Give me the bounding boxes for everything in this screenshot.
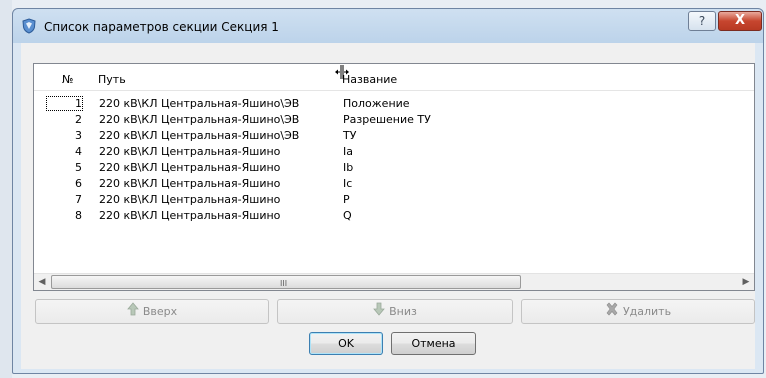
- move-down-label: Вниз: [389, 305, 417, 318]
- arrow-up-icon: [126, 301, 139, 324]
- column-header-path[interactable]: Путь: [98, 73, 126, 86]
- dialog-content: № Путь Название 1 220 кВ\КЛ Центральная-…: [21, 43, 755, 369]
- title-bar[interactable]: Список параметров секции Секция 1 ? X: [13, 9, 763, 43]
- cell-path: 220 кВ\КЛ Центральная-Яшино: [99, 145, 281, 158]
- cell-name: Ib: [343, 161, 354, 174]
- cell-name: P: [343, 193, 350, 206]
- scroll-right-icon[interactable]: ▶: [738, 274, 754, 290]
- table-row[interactable]: 4 220 кВ\КЛ Центральная-Яшино Ia: [34, 144, 754, 160]
- table-row[interactable]: 1 220 кВ\КЛ Центральная-Яшино\ЭВ Положен…: [34, 96, 754, 112]
- cell-name: Положение: [343, 97, 410, 110]
- table-row[interactable]: 3 220 кВ\КЛ Центральная-Яшино\ЭВ ТУ: [34, 128, 754, 144]
- cell-number: 6: [75, 177, 82, 190]
- table-header: № Путь Название: [34, 64, 754, 91]
- cell-number: 2: [75, 113, 82, 126]
- params-dialog: Список параметров секции Секция 1 ? X № …: [12, 8, 764, 374]
- cell-path: 220 кВ\КЛ Центральная-Яшино\ЭВ: [99, 113, 300, 126]
- table-row[interactable]: 2 220 кВ\КЛ Центральная-Яшино\ЭВ Разреше…: [34, 112, 754, 128]
- move-down-button[interactable]: Вниз: [277, 299, 513, 324]
- cell-name: ТУ: [343, 129, 357, 142]
- cell-number: 3: [75, 129, 82, 142]
- window-title: Список параметров секции Секция 1: [44, 20, 279, 34]
- table-row[interactable]: 6 220 кВ\КЛ Центральная-Яшино Ic: [34, 176, 754, 192]
- background-desktop: [0, 0, 12, 378]
- column-resize-cursor-icon[interactable]: [334, 64, 350, 80]
- delete-button[interactable]: Удалить: [521, 299, 755, 324]
- cell-path: 220 кВ\КЛ Центральная-Яшино: [99, 209, 281, 222]
- cell-number: 8: [75, 209, 82, 222]
- cell-path: 220 кВ\КЛ Центральная-Яшино: [99, 177, 281, 190]
- help-button[interactable]: ?: [688, 11, 716, 31]
- move-up-label: Вверх: [142, 305, 178, 318]
- cell-path: 220 кВ\КЛ Центральная-Яшино\ЭВ: [99, 97, 300, 110]
- cell-name: Ic: [343, 177, 353, 190]
- cell-path: 220 кВ\КЛ Центральная-Яшино: [99, 193, 281, 206]
- cell-name: Ia: [343, 145, 353, 158]
- table-row[interactable]: 5 220 кВ\КЛ Центральная-Яшино Ib: [34, 160, 754, 176]
- move-up-button[interactable]: Вверх: [35, 299, 269, 324]
- horizontal-scrollbar[interactable]: ◀ III ▶: [34, 273, 754, 290]
- cell-number: 7: [75, 193, 82, 206]
- close-button[interactable]: X: [718, 11, 762, 31]
- cell-path: 220 кВ\КЛ Центральная-Яшино\ЭВ: [99, 129, 300, 142]
- scroll-left-icon[interactable]: ◀: [34, 274, 50, 290]
- cell-number: 1: [46, 96, 83, 111]
- ok-button[interactable]: OK: [309, 332, 383, 355]
- arrow-down-icon: [373, 301, 385, 324]
- x-delete-icon: [605, 301, 619, 324]
- table-row[interactable]: 7 220 кВ\КЛ Центральная-Яшино P: [34, 192, 754, 208]
- column-header-number[interactable]: №: [62, 73, 73, 86]
- cell-path: 220 кВ\КЛ Центральная-Яшино: [99, 161, 281, 174]
- column-header-name[interactable]: Название: [342, 73, 397, 86]
- scroll-thumb[interactable]: III: [51, 275, 521, 289]
- cell-name: Разрешение ТУ: [343, 113, 431, 126]
- cancel-button[interactable]: Отмена: [391, 332, 476, 355]
- table-row[interactable]: 8 220 кВ\КЛ Центральная-Яшино Q: [34, 208, 754, 224]
- shield-icon: [21, 18, 37, 34]
- cell-name: Q: [343, 209, 352, 222]
- cell-number: 5: [75, 161, 82, 174]
- table-body: 1 220 кВ\КЛ Центральная-Яшино\ЭВ Положен…: [34, 96, 754, 224]
- scroll-grip: III: [280, 279, 288, 288]
- delete-label: Удалить: [622, 305, 672, 318]
- parameters-table[interactable]: № Путь Название 1 220 кВ\КЛ Центральная-…: [33, 63, 755, 291]
- cell-number: 4: [75, 145, 82, 158]
